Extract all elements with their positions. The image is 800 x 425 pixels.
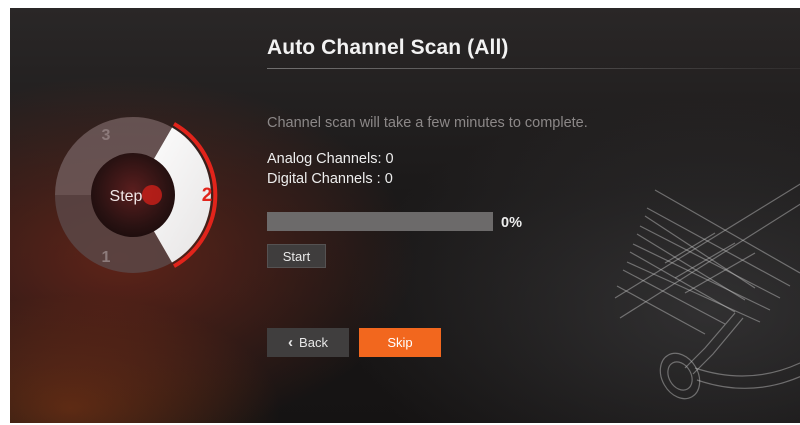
page-title: Auto Channel Scan (All) [267, 36, 509, 59]
step-wheel: Step 2 3 1 [55, 117, 218, 273]
chevron-left-icon: ‹ [288, 334, 294, 351]
scan-progress-bar [267, 212, 493, 231]
start-button[interactable]: Start [267, 244, 326, 268]
digital-channels-label: Digital Channels : [267, 171, 381, 187]
back-button-label: Back [299, 335, 328, 350]
antenna-illustration [614, 183, 800, 400]
analog-channels-label: Analog Channels: [267, 151, 382, 167]
analog-channels-value: 0 [385, 151, 394, 167]
analog-channels-count: Analog Channels: 0 [267, 151, 394, 167]
scan-progress-percent: 0% [501, 215, 522, 231]
title-divider [267, 68, 800, 69]
skip-button[interactable]: Skip [359, 328, 441, 357]
back-button[interactable]: ‹ Back [267, 328, 349, 357]
step-number-2: 2 [202, 185, 213, 206]
step-number-1: 1 [102, 249, 111, 266]
digital-channels-count: Digital Channels : 0 [267, 171, 393, 187]
step-number-3: 3 [102, 127, 111, 144]
scan-info-text: Channel scan will take a few minutes to … [267, 115, 588, 131]
setup-screen: Step 2 3 1 Auto Channel Scan (All) Chann… [10, 8, 800, 423]
step-center-label: Step [110, 188, 143, 205]
digital-channels-value: 0 [384, 171, 393, 187]
